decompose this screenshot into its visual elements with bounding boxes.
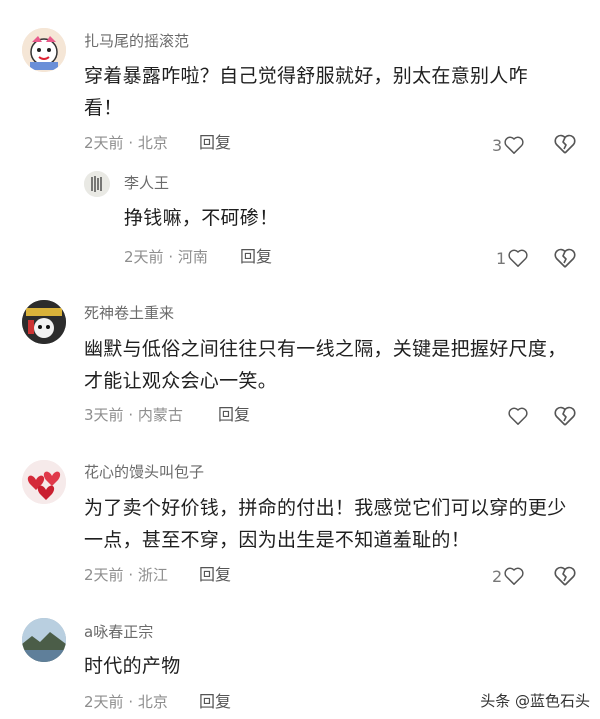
comment-meta: 2天前 · 北京 <box>84 692 168 712</box>
avatar[interactable] <box>22 460 66 504</box>
reply-button[interactable]: 回复 <box>240 247 272 267</box>
broken-heart-icon[interactable] <box>553 246 577 270</box>
meta-separator: · <box>123 134 138 152</box>
reply-location: 河南 <box>177 248 208 266</box>
comment-location: 内蒙古 <box>137 406 183 424</box>
comment-time: 2天前 <box>84 693 124 711</box>
comment-time: 3天前 <box>84 406 124 424</box>
comment-text: 穿着暴露咋啦？自己觉得舒服就好，别太在意别人咋看！ <box>84 65 528 119</box>
comment-username[interactable]: a咏春正宗 <box>84 622 153 642</box>
reply-username[interactable]: 李人王 <box>124 173 169 193</box>
heart-icon <box>504 567 524 585</box>
reply-time: 2天前 <box>124 248 164 266</box>
meta-separator: · <box>163 248 178 266</box>
like-count: 1 <box>496 248 507 268</box>
reply-text: 挣钱嘛，不砢碜！ <box>124 207 279 229</box>
avatar[interactable] <box>22 618 66 662</box>
like-button[interactable]: 2 <box>492 564 525 588</box>
like-button[interactable] <box>506 404 529 428</box>
comment-text: 幽默与低俗之间往往只有一线之隔，关键是把握好尺度，才能让观众会心一笑。 <box>84 338 567 392</box>
reply-meta: 2天前 · 河南 <box>124 247 208 267</box>
heart-icon <box>508 407 528 425</box>
comment-text: 为了卖个好价钱，拼命的付出！我感觉它们可以穿的更少一点，甚至不穿，因为出生是不知… <box>84 497 567 551</box>
reply-button[interactable]: 回复 <box>199 692 231 712</box>
heart-icon <box>504 136 524 154</box>
comment-username[interactable]: 死神卷土重来 <box>84 303 174 323</box>
comment-text: 时代的产物 <box>84 655 181 677</box>
like-count: 2 <box>492 566 503 586</box>
reply-avatar[interactable] <box>84 171 110 197</box>
broken-heart-icon[interactable] <box>553 404 577 428</box>
reply-button[interactable]: 回复 <box>218 405 250 425</box>
broken-heart-icon[interactable] <box>553 564 577 588</box>
like-count: 3 <box>492 135 503 155</box>
broken-heart-icon[interactable] <box>553 132 577 156</box>
comment-username[interactable]: 花心的馒头叫包子 <box>84 462 204 482</box>
like-button[interactable]: 3 <box>492 133 525 157</box>
comment-location: 浙江 <box>137 566 168 584</box>
comment-meta: 2天前 · 浙江 <box>84 565 168 585</box>
like-button[interactable]: 1 <box>496 246 529 270</box>
comment-username[interactable]: 扎马尾的摇滚范 <box>84 31 189 51</box>
meta-separator: · <box>123 693 138 711</box>
comment-time: 2天前 <box>84 566 124 584</box>
meta-separator: · <box>123 566 138 584</box>
meta-separator: · <box>123 406 138 424</box>
reply-button[interactable]: 回复 <box>199 565 231 585</box>
avatar[interactable] <box>22 28 66 72</box>
comment-location: 北京 <box>137 693 168 711</box>
avatar[interactable] <box>22 300 66 344</box>
comment-time: 2天前 <box>84 134 124 152</box>
comment-meta: 3天前 · 内蒙古 <box>84 405 183 425</box>
heart-icon <box>508 249 528 267</box>
comment-meta: 2天前 · 北京 <box>84 133 168 153</box>
comment-location: 北京 <box>137 134 168 152</box>
watermark: 头条 @蓝色石头 <box>480 692 590 710</box>
reply-button[interactable]: 回复 <box>199 133 231 153</box>
